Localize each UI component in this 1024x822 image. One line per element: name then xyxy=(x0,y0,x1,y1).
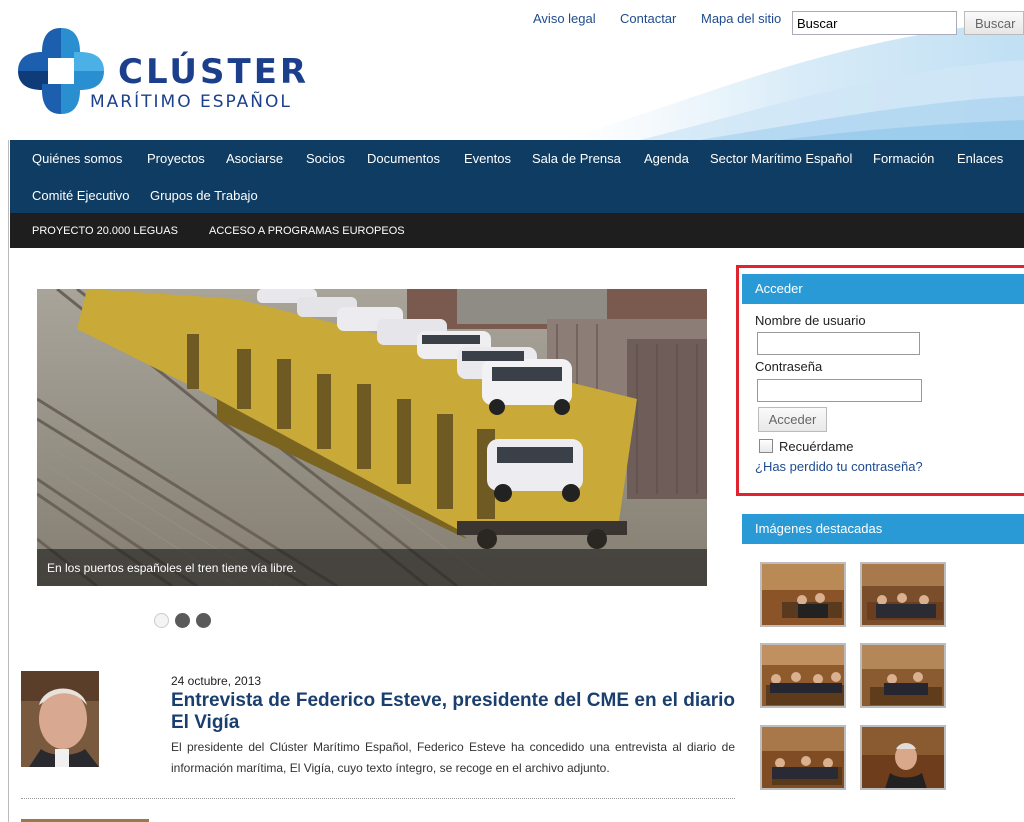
article-thumbnail[interactable] xyxy=(21,671,99,767)
toplink-contactar[interactable]: Contactar xyxy=(620,11,676,26)
article-divider xyxy=(21,798,735,799)
nav-item-sector-maritimo[interactable]: Sector Marítimo Español xyxy=(710,151,852,166)
search-button[interactable]: Buscar xyxy=(964,11,1024,35)
article-title-link[interactable]: Entrevista de Federico Esteve, president… xyxy=(171,690,735,734)
search-input[interactable] xyxy=(792,11,957,35)
nav-item-eventos[interactable]: Eventos xyxy=(464,151,511,166)
password-label: Contraseña xyxy=(755,359,823,374)
slider-dot-1[interactable] xyxy=(154,613,169,628)
subnav-item-proyecto-20000-leguas[interactable]: PROYECTO 20.000 LEGUAS xyxy=(32,225,178,237)
nav-item-asociarse[interactable]: Asociarse xyxy=(226,151,283,166)
nav-item-sala-de-prensa[interactable]: Sala de Prensa xyxy=(532,151,621,166)
nav-item-socios[interactable]: Socios xyxy=(306,151,345,166)
login-button[interactable]: Acceder xyxy=(758,407,827,432)
nav-item-proyectos[interactable]: Proyectos xyxy=(147,151,205,166)
toplink-aviso-legal[interactable]: Aviso legal xyxy=(533,11,596,26)
slide-caption: En los puertos españoles el tren tiene v… xyxy=(47,561,297,575)
gallery-image[interactable] xyxy=(860,562,946,627)
image-slider[interactable]: En los puertos españoles el tren tiene v… xyxy=(37,289,707,586)
article-date: 24 octubre, 2013 xyxy=(171,674,262,688)
gallery-image[interactable] xyxy=(860,725,946,790)
subnav-item-programas-europeos[interactable]: ACCESO A PROGRAMAS EUROPEOS xyxy=(209,225,405,237)
username-label: Nombre de usuario xyxy=(755,313,866,328)
nav-item-agenda[interactable]: Agenda xyxy=(644,151,689,166)
article-portrait-image xyxy=(21,671,99,767)
logo-subtitle: MARÍTIMO ESPAÑOL xyxy=(90,92,292,112)
gallery-image[interactable] xyxy=(760,725,846,790)
remember-me-checkbox[interactable] xyxy=(759,439,773,453)
sub-nav: PROYECTO 20.000 LEGUAS ACCESO A PROGRAMA… xyxy=(10,213,1024,248)
forgot-password-link[interactable]: ¿Has perdido tu contraseña? xyxy=(755,459,923,474)
nav-item-enlaces[interactable]: Enlaces xyxy=(957,151,1003,166)
article-excerpt: El presidente del Clúster Marítimo Españ… xyxy=(171,740,735,775)
nav-item-grupos-de-trabajo[interactable]: Grupos de Trabajo xyxy=(150,188,258,203)
gallery-image[interactable] xyxy=(860,643,946,708)
nav-item-quienes-somos[interactable]: Quiénes somos xyxy=(32,151,122,166)
nav-item-documentos[interactable]: Documentos xyxy=(367,151,440,166)
remember-me-label: Recuérdame xyxy=(779,439,854,454)
slider-dot-2[interactable] xyxy=(175,613,190,628)
slide-caption-bar: En los puertos españoles el tren tiene v… xyxy=(37,549,707,586)
gallery-image[interactable] xyxy=(760,643,846,708)
slide-image-car-train xyxy=(37,289,707,586)
site-header: CLÚSTER MARÍTIMO ESPAÑOL Aviso legal Con… xyxy=(0,0,1024,140)
toplink-mapa-del-sitio[interactable]: Mapa del sitio xyxy=(701,11,781,26)
nav-item-comite-ejecutivo[interactable]: Comité Ejecutivo xyxy=(32,188,130,203)
slider-dot-3[interactable] xyxy=(196,613,211,628)
logo-title: CLÚSTER xyxy=(118,52,310,92)
gallery-module-header: Imágenes destacadas xyxy=(742,514,1024,544)
username-input[interactable] xyxy=(757,332,920,355)
login-module-header: Acceder xyxy=(742,274,1024,304)
nav-item-formacion[interactable]: Formación xyxy=(873,151,934,166)
password-input[interactable] xyxy=(757,379,922,402)
main-nav: Quiénes somos Proyectos Asociarse Socios… xyxy=(10,140,1024,213)
gallery-image[interactable] xyxy=(760,562,846,627)
